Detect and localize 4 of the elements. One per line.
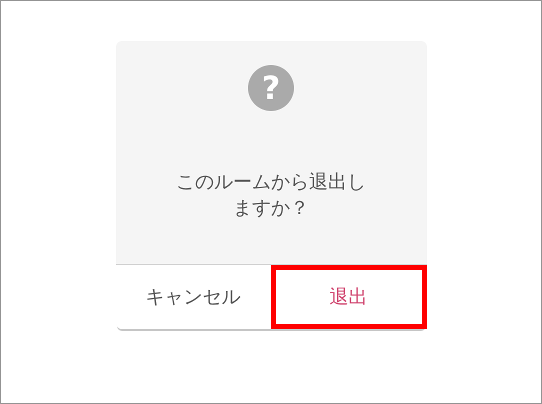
- cancel-button[interactable]: キャンセル: [116, 265, 270, 329]
- question-icon: ?: [248, 65, 294, 111]
- dialog-message: このルームから退出しますか？: [175, 170, 367, 221]
- exit-button[interactable]: 退出: [270, 265, 426, 329]
